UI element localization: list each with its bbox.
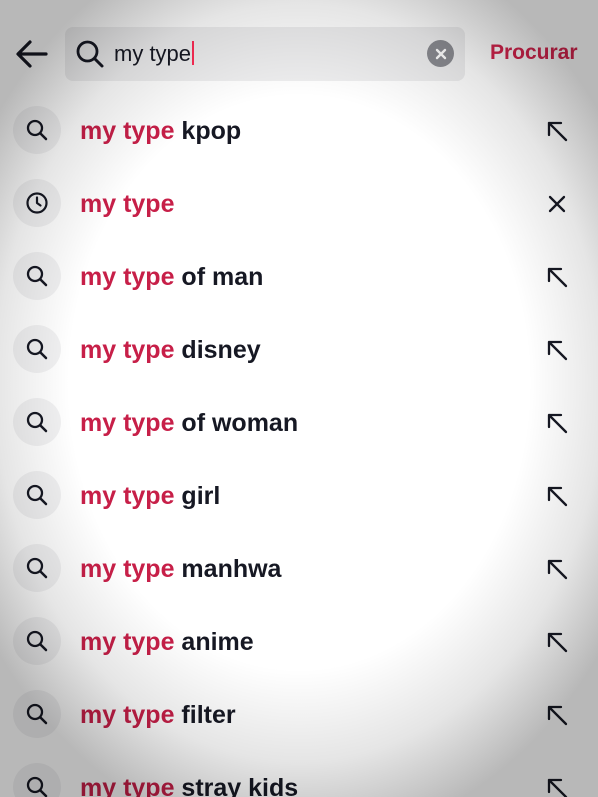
suggestion-item[interactable]: my type anime — [0, 605, 598, 678]
suggestion-item[interactable]: my type of woman — [0, 386, 598, 459]
arrow-left-icon — [16, 40, 48, 68]
fill-query-button[interactable] — [540, 406, 574, 440]
clear-search-button[interactable] — [427, 40, 454, 67]
remove-history-button[interactable] — [540, 187, 574, 221]
suggestion-label: my type stray kids — [80, 773, 298, 797]
fill-query-button[interactable] — [540, 333, 574, 367]
search-icon — [76, 40, 104, 68]
suggestion-label: my type disney — [80, 335, 261, 365]
search-icon — [26, 630, 48, 652]
text-caret — [192, 41, 195, 65]
suggestion-completion: stray kids — [174, 774, 299, 797]
search-icon — [26, 265, 48, 287]
search-input-value: my type — [114, 41, 192, 66]
search-field[interactable]: my type — [65, 27, 465, 81]
fill-query-button[interactable] — [540, 698, 574, 732]
suggestion-match: my type — [80, 555, 175, 583]
suggestion-search-icon-wrap — [13, 252, 61, 300]
suggestion-completion: of woman — [174, 409, 299, 437]
suggestion-match: my type — [80, 628, 175, 656]
suggestion-completion: of man — [174, 263, 264, 291]
clock-icon — [26, 192, 48, 214]
arrow-up-left-icon — [547, 340, 568, 361]
suggestion-label: my type anime — [80, 627, 254, 657]
suggestion-completion: kpop — [174, 117, 242, 145]
search-header: my type Procurar — [0, 0, 598, 108]
suggestion-match: my type — [80, 190, 175, 218]
search-input[interactable]: my type — [114, 41, 195, 67]
suggestion-item[interactable]: my type kpop — [0, 94, 598, 167]
suggestion-label: my type girl — [80, 481, 220, 511]
suggestion-item[interactable]: my type disney — [0, 313, 598, 386]
suggestion-completion: anime — [174, 628, 254, 656]
fill-query-button[interactable] — [540, 625, 574, 659]
search-icon — [26, 411, 48, 433]
clear-x-circle-icon — [435, 48, 446, 59]
suggestion-match: my type — [80, 263, 175, 291]
suggestion-item[interactable]: my type filter — [0, 678, 598, 751]
suggestion-label: my type manhwa — [80, 554, 281, 584]
fill-query-button[interactable] — [540, 771, 574, 797]
suggestion-label: my type of woman — [80, 408, 298, 438]
suggestion-item[interactable]: my type of man — [0, 240, 598, 313]
close-icon — [548, 195, 566, 213]
suggestion-completion: disney — [174, 336, 261, 364]
suggestion-match: my type — [80, 409, 175, 437]
suggestion-match: my type — [80, 117, 175, 145]
suggestion-label: my type of man — [80, 262, 263, 292]
suggestion-label: my type kpop — [80, 116, 241, 146]
suggestion-completion: girl — [174, 482, 221, 510]
search-screen: my type Procurar my type kpop my type my… — [0, 0, 598, 797]
search-icon — [26, 484, 48, 506]
suggestion-search-icon-wrap — [13, 398, 61, 446]
suggestion-completion: filter — [174, 701, 236, 729]
arrow-up-left-icon — [547, 121, 568, 142]
suggestion-match: my type — [80, 774, 175, 797]
suggestion-search-icon-wrap — [13, 106, 61, 154]
suggestion-search-icon-wrap — [13, 471, 61, 519]
arrow-up-left-icon — [547, 632, 568, 653]
suggestion-history-icon-wrap — [13, 179, 61, 227]
suggestion-item[interactable]: my type manhwa — [0, 532, 598, 605]
suggestion-match: my type — [80, 701, 175, 729]
suggestion-search-icon-wrap — [13, 325, 61, 373]
arrow-up-left-icon — [547, 413, 568, 434]
suggestion-match: my type — [80, 482, 175, 510]
arrow-up-left-icon — [547, 778, 568, 797]
suggestion-match: my type — [80, 336, 175, 364]
search-icon — [26, 703, 48, 725]
search-icon — [26, 119, 48, 141]
search-icon — [26, 557, 48, 579]
arrow-up-left-icon — [547, 559, 568, 580]
search-submit-button[interactable]: Procurar — [490, 40, 578, 66]
suggestion-label: my type — [80, 189, 174, 219]
suggestion-item[interactable]: my type stray kids — [0, 751, 598, 797]
back-button[interactable] — [12, 36, 52, 72]
fill-query-button[interactable] — [540, 479, 574, 513]
suggestion-search-icon-wrap — [13, 544, 61, 592]
suggestion-search-icon-wrap — [13, 690, 61, 738]
suggestion-item[interactable]: my type girl — [0, 459, 598, 532]
suggestion-search-icon-wrap — [13, 763, 61, 797]
fill-query-button[interactable] — [540, 552, 574, 586]
search-icon — [26, 776, 48, 797]
suggestion-item-history[interactable]: my type — [0, 167, 598, 240]
arrow-up-left-icon — [547, 486, 568, 507]
suggestion-label: my type filter — [80, 700, 236, 730]
fill-query-button[interactable] — [540, 114, 574, 148]
suggestion-search-icon-wrap — [13, 617, 61, 665]
suggestion-completion: manhwa — [174, 555, 282, 583]
arrow-up-left-icon — [547, 705, 568, 726]
fill-query-button[interactable] — [540, 260, 574, 294]
arrow-up-left-icon — [547, 267, 568, 288]
search-icon — [26, 338, 48, 360]
